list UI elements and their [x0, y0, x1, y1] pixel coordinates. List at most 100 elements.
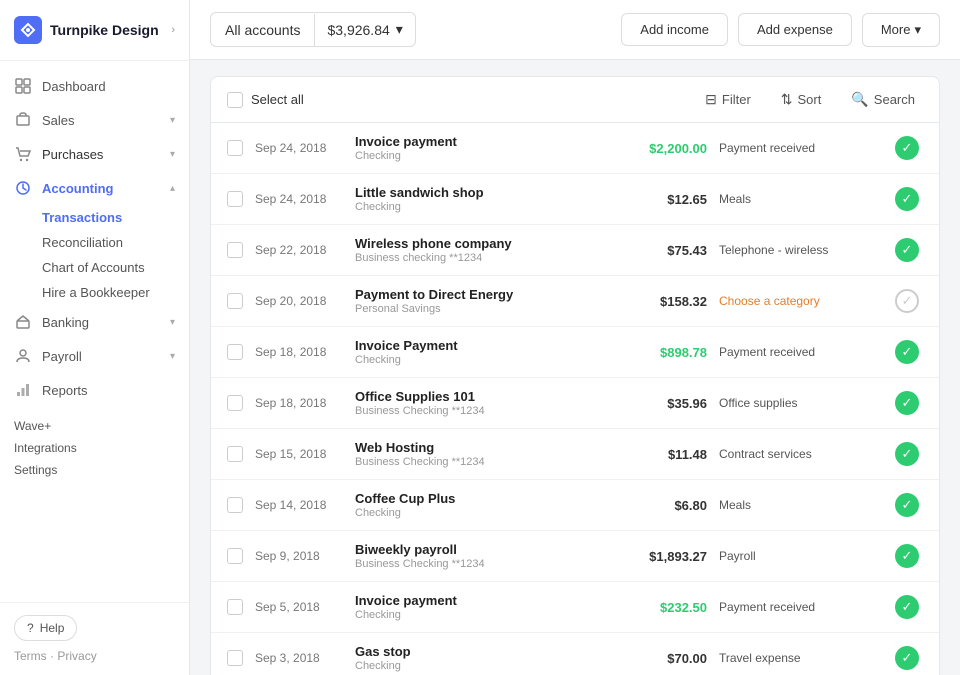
row-date: Sep 22, 2018 — [255, 243, 343, 257]
row-account: Checking — [355, 201, 605, 213]
help-label: Help — [40, 621, 65, 635]
row-category: Meals — [719, 192, 879, 206]
add-income-button[interactable]: Add income — [621, 13, 728, 46]
sidebar-toggle-icon[interactable]: › — [171, 24, 175, 36]
table-row[interactable]: Sep 18, 2018 Office Supplies 101 Busines… — [211, 378, 939, 429]
row-description: Invoice payment Checking — [355, 593, 605, 621]
row-checkbox[interactable] — [227, 446, 243, 462]
row-checkbox[interactable] — [227, 242, 243, 258]
app-logo — [14, 16, 42, 44]
row-date: Sep 18, 2018 — [255, 345, 343, 359]
table-row[interactable]: Sep 9, 2018 Biweekly payroll Business Ch… — [211, 531, 939, 582]
row-title: Gas stop — [355, 644, 605, 659]
row-title: Biweekly payroll — [355, 542, 605, 557]
dashboard-label: Dashboard — [42, 79, 106, 94]
filter-button[interactable]: ⊟ Filter — [697, 87, 759, 112]
row-amount: $35.96 — [617, 396, 707, 411]
subnav-hire-bookkeeper[interactable]: Hire a Bookkeeper — [42, 280, 189, 305]
footer-links: Terms · Privacy — [14, 649, 175, 663]
row-description: Invoice Payment Checking — [355, 338, 605, 366]
select-all-checkbox[interactable] — [227, 92, 243, 108]
sidebar: Turnpike Design › Dashboard Sales ▾ Purc… — [0, 0, 190, 675]
table-row[interactable]: Sep 14, 2018 Coffee Cup Plus Checking $6… — [211, 480, 939, 531]
banking-icon — [14, 313, 32, 331]
row-checkbox[interactable] — [227, 548, 243, 564]
table-row[interactable]: Sep 5, 2018 Invoice payment Checking $23… — [211, 582, 939, 633]
row-description: Coffee Cup Plus Checking — [355, 491, 605, 519]
row-checkbox[interactable] — [227, 650, 243, 666]
row-category: Payroll — [719, 549, 879, 563]
table-row[interactable]: Sep 24, 2018 Little sandwich shop Checki… — [211, 174, 939, 225]
toolbar-actions: ⊟ Filter ⇅ Sort 🔍 Search — [697, 87, 923, 112]
row-status: ✓ — [891, 340, 923, 364]
row-checkbox[interactable] — [227, 599, 243, 615]
terms-link[interactable]: Terms — [14, 649, 47, 663]
table-row[interactable]: Sep 22, 2018 Wireless phone company Busi… — [211, 225, 939, 276]
payroll-icon — [14, 347, 32, 365]
sidebar-item-sales[interactable]: Sales ▾ — [0, 103, 189, 137]
search-button[interactable]: 🔍 Search — [843, 87, 923, 112]
sidebar-item-purchases[interactable]: Purchases ▾ — [0, 137, 189, 171]
sidebar-settings[interactable]: Settings — [0, 459, 189, 481]
privacy-link[interactable]: Privacy — [57, 649, 96, 663]
reports-label: Reports — [42, 383, 88, 398]
search-label: Search — [874, 92, 915, 107]
row-category[interactable]: Choose a category — [719, 294, 879, 308]
purchases-label: Purchases — [42, 147, 103, 162]
subnav-transactions[interactable]: Transactions — [42, 205, 189, 230]
add-expense-button[interactable]: Add expense — [738, 13, 852, 46]
sidebar-integrations[interactable]: Integrations — [0, 437, 189, 459]
sidebar-footer: ? Help Terms · Privacy — [0, 602, 189, 675]
row-amount: $898.78 — [617, 345, 707, 360]
row-status: ✓ — [891, 442, 923, 466]
row-description: Biweekly payroll Business Checking **123… — [355, 542, 605, 570]
row-checkbox[interactable] — [227, 293, 243, 309]
account-amount-dropdown[interactable]: $3,926.84 ▾ — [315, 13, 414, 46]
status-checked-icon: ✓ — [895, 442, 919, 466]
row-description: Little sandwich shop Checking — [355, 185, 605, 213]
table-row[interactable]: Sep 20, 2018 Payment to Direct Energy Pe… — [211, 276, 939, 327]
row-amount: $1,893.27 — [617, 549, 707, 564]
row-title: Payment to Direct Energy — [355, 287, 605, 302]
more-button[interactable]: More ▾ — [862, 13, 940, 47]
table-toolbar: Select all ⊟ Filter ⇅ Sort 🔍 Search — [211, 77, 939, 123]
account-selector[interactable]: All accounts $3,926.84 ▾ — [210, 12, 416, 47]
row-status: ✓ — [891, 493, 923, 517]
sidebar-item-reports[interactable]: Reports — [0, 373, 189, 407]
table-row[interactable]: Sep 24, 2018 Invoice payment Checking $2… — [211, 123, 939, 174]
table-row[interactable]: Sep 18, 2018 Invoice Payment Checking $8… — [211, 327, 939, 378]
row-title: Little sandwich shop — [355, 185, 605, 200]
row-checkbox[interactable] — [227, 140, 243, 156]
row-checkbox[interactable] — [227, 344, 243, 360]
sort-button[interactable]: ⇅ Sort — [773, 87, 830, 112]
sidebar-item-dashboard[interactable]: Dashboard — [0, 69, 189, 103]
row-status: ✓ — [891, 289, 923, 313]
account-amount-value: $3,926.84 — [327, 22, 389, 38]
row-account: Personal Savings — [355, 303, 605, 315]
accounting-subnav: Transactions Reconciliation Chart of Acc… — [0, 205, 189, 305]
subnav-chart-of-accounts[interactable]: Chart of Accounts — [42, 255, 189, 280]
row-account: Checking — [355, 150, 605, 162]
row-status: ✓ — [891, 544, 923, 568]
row-account: Checking — [355, 354, 605, 366]
sidebar-item-accounting[interactable]: Accounting ▴ — [0, 171, 189, 205]
sidebar-item-payroll[interactable]: Payroll ▾ — [0, 339, 189, 373]
table-row[interactable]: Sep 3, 2018 Gas stop Checking $70.00 Tra… — [211, 633, 939, 675]
sidebar-header[interactable]: Turnpike Design › — [0, 0, 189, 61]
row-account: Business Checking **1234 — [355, 405, 605, 417]
table-row[interactable]: Sep 15, 2018 Web Hosting Business Checki… — [211, 429, 939, 480]
row-checkbox[interactable] — [227, 395, 243, 411]
help-button[interactable]: ? Help — [14, 615, 77, 641]
row-checkbox[interactable] — [227, 497, 243, 513]
subnav-reconciliation[interactable]: Reconciliation — [42, 230, 189, 255]
row-date: Sep 24, 2018 — [255, 192, 343, 206]
row-checkbox[interactable] — [227, 191, 243, 207]
banking-label: Banking — [42, 315, 89, 330]
sidebar-nav: Dashboard Sales ▾ Purchases ▾ Accounting… — [0, 61, 189, 602]
sidebar-item-banking[interactable]: Banking ▾ — [0, 305, 189, 339]
sidebar-wave-plus[interactable]: Wave+ — [0, 415, 189, 437]
row-title: Wireless phone company — [355, 236, 605, 251]
status-checked-icon: ✓ — [895, 136, 919, 160]
row-title: Invoice payment — [355, 593, 605, 608]
select-all-label[interactable]: Select all — [251, 92, 304, 107]
